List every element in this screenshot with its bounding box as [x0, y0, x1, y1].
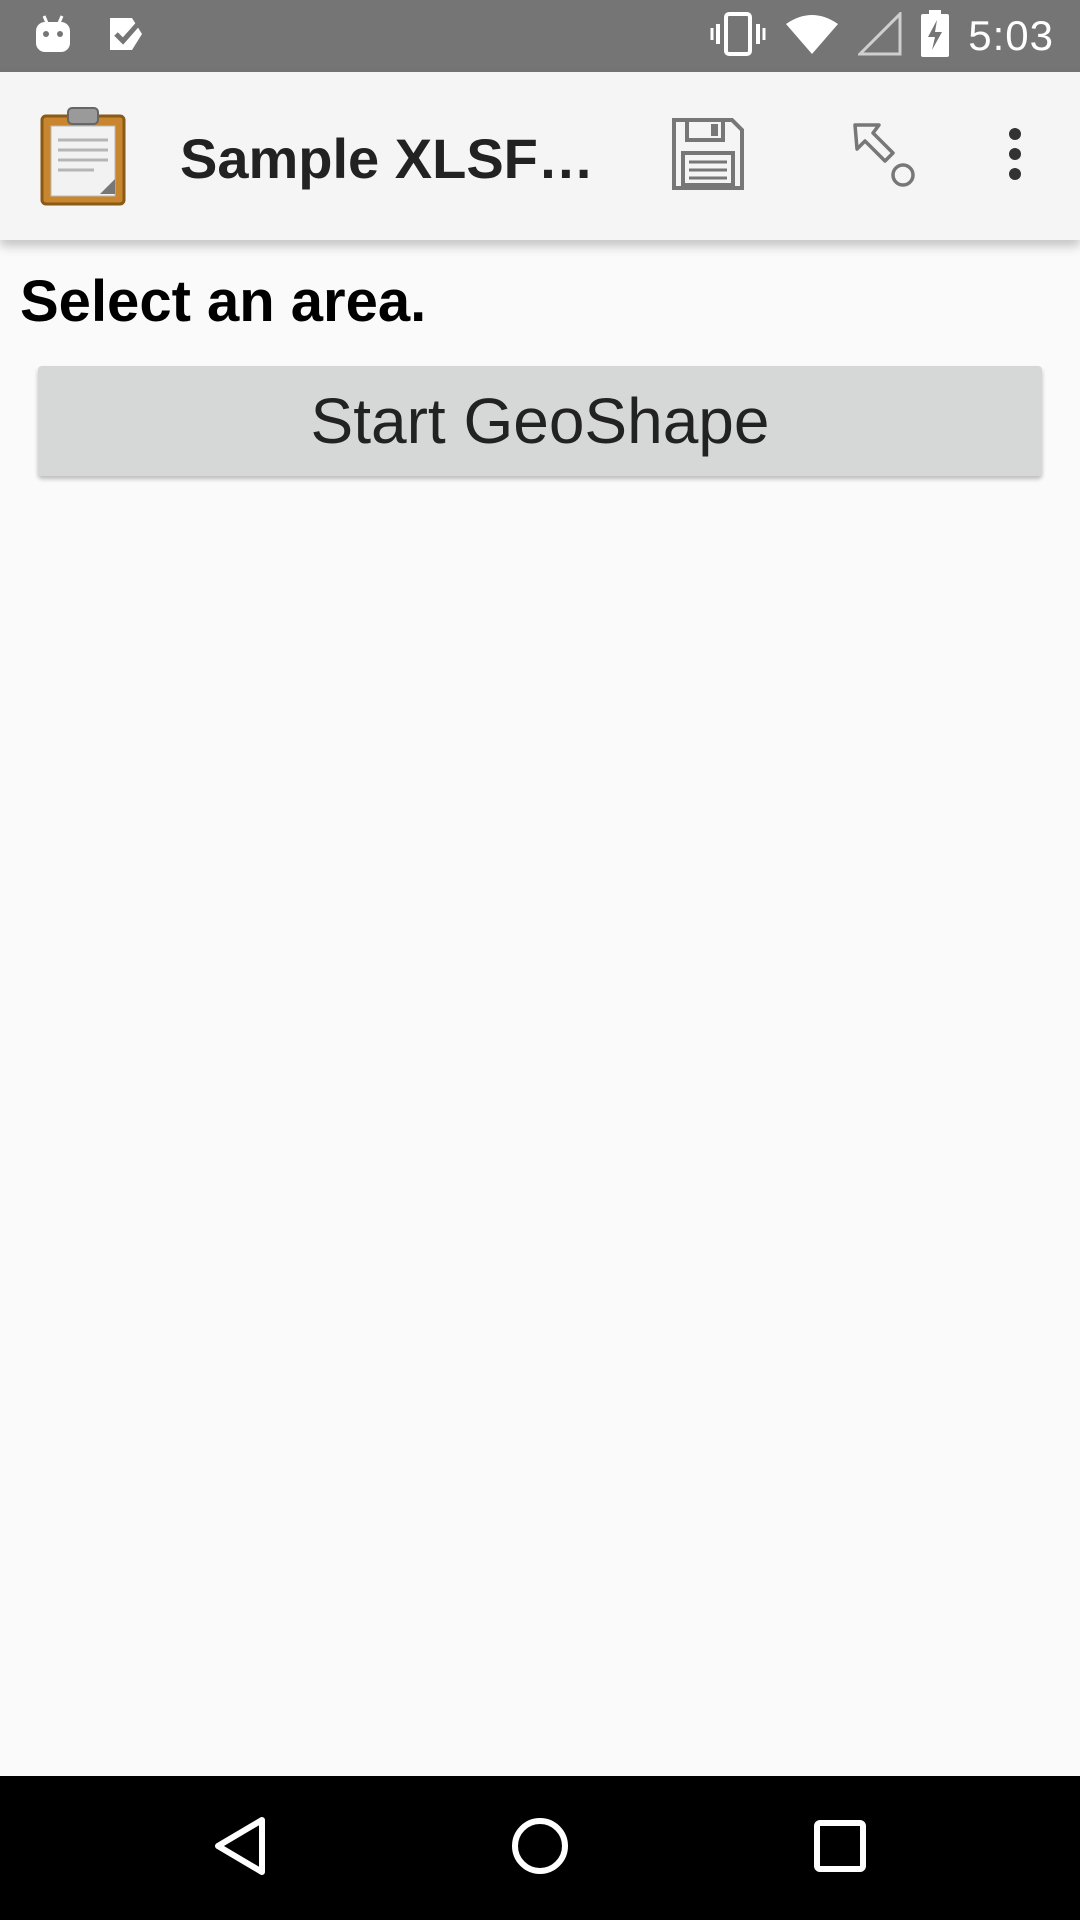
overflow-menu-icon [1005, 126, 1025, 187]
question-label: Select an area. [20, 269, 427, 334]
check-task-icon [106, 14, 146, 59]
navigation-bar [0, 1776, 1080, 1920]
android-icon [34, 14, 72, 59]
save-button[interactable] [660, 112, 756, 200]
form-content: Select an area. Start GeoShape [0, 240, 1080, 1776]
save-icon [671, 117, 745, 196]
start-geoshape-button[interactable]: Start GeoShape [38, 366, 1042, 476]
vibrate-icon [710, 11, 766, 61]
back-icon [212, 1816, 268, 1881]
home-icon [510, 1816, 570, 1881]
status-bar: 5:03 [0, 0, 1080, 72]
wifi-icon [784, 12, 840, 61]
back-button[interactable] [200, 1812, 280, 1884]
battery-charging-icon [920, 9, 950, 63]
home-button[interactable] [500, 1812, 580, 1884]
overflow-menu-button[interactable] [990, 112, 1040, 200]
jump-button[interactable] [836, 112, 932, 200]
app-title: Sample XLSForm [180, 127, 620, 190]
cell-signal-icon [856, 9, 902, 61]
jump-icon [849, 119, 919, 194]
action-bar: Sample XLSForm [0, 72, 1080, 240]
clipboard-icon [40, 106, 128, 206]
recents-icon [812, 1818, 868, 1879]
recents-button[interactable] [800, 1812, 880, 1884]
status-time: 5:03 [968, 12, 1054, 59]
